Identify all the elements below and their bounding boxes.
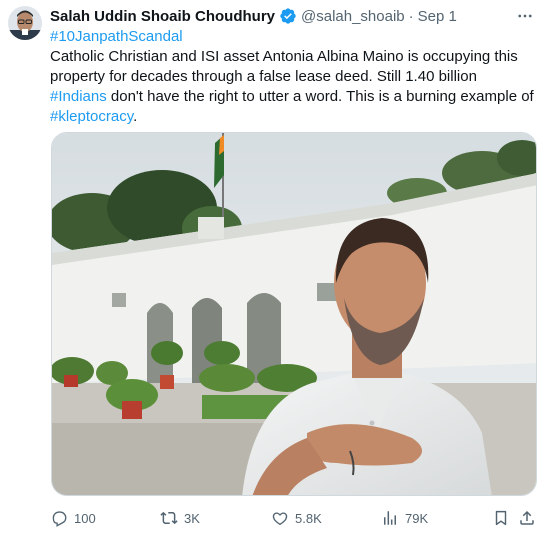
views-icon [384,511,396,525]
author-handle[interactable]: @salah_shoaib [301,8,405,25]
author-name[interactable]: Salah Uddin Shoaib Choudhury [50,8,275,25]
share-icon [520,510,534,525]
photo-man-in-front-of-white-building-icon [52,133,536,495]
tweet-body-part3: . [133,108,138,125]
tweet-header: Salah Uddin Shoaib Choudhury @salah_shoa… [50,6,538,26]
avatar-photo-icon [8,6,42,40]
like-count: 5.8K [295,510,322,526]
bookmark-button[interactable] [492,506,516,530]
tweet-body-part2: don't have the right to utter a word. Th… [106,88,534,105]
bookmark-icon [495,510,507,526]
views-button[interactable]: 79K [381,506,428,530]
separator-dot: · [408,7,414,25]
reply-icon [52,511,67,527]
hashtag-10janpathscandal[interactable]: #10JanpathScandal [50,28,183,45]
reply-button[interactable]: 100 [50,506,96,530]
repost-count: 3K [184,510,200,526]
heart-icon [272,512,288,526]
share-button[interactable] [518,506,542,530]
verified-badge-icon[interactable] [279,7,297,25]
tweet-date[interactable]: Sep 1 [418,8,457,25]
tweet-text: #10JanpathScandal Catholic Christian and… [50,27,536,127]
repost-button[interactable]: 3K [160,506,200,530]
reply-count: 100 [74,510,96,526]
more-options-icon[interactable] [512,6,538,26]
like-button[interactable]: 5.8K [271,506,322,530]
hashtag-kleptocracy[interactable]: #kleptocracy [50,108,133,125]
action-bar: 100 3K 5.8K 79K [50,506,536,530]
hashtag-indians[interactable]: #Indians [50,88,107,105]
avatar[interactable] [8,6,42,40]
views-count: 79K [405,510,429,526]
tweet-body-part1: Catholic Christian and ISI asset Antonia… [50,48,518,85]
repost-icon [160,511,178,525]
tweet-media-image[interactable] [51,132,537,496]
